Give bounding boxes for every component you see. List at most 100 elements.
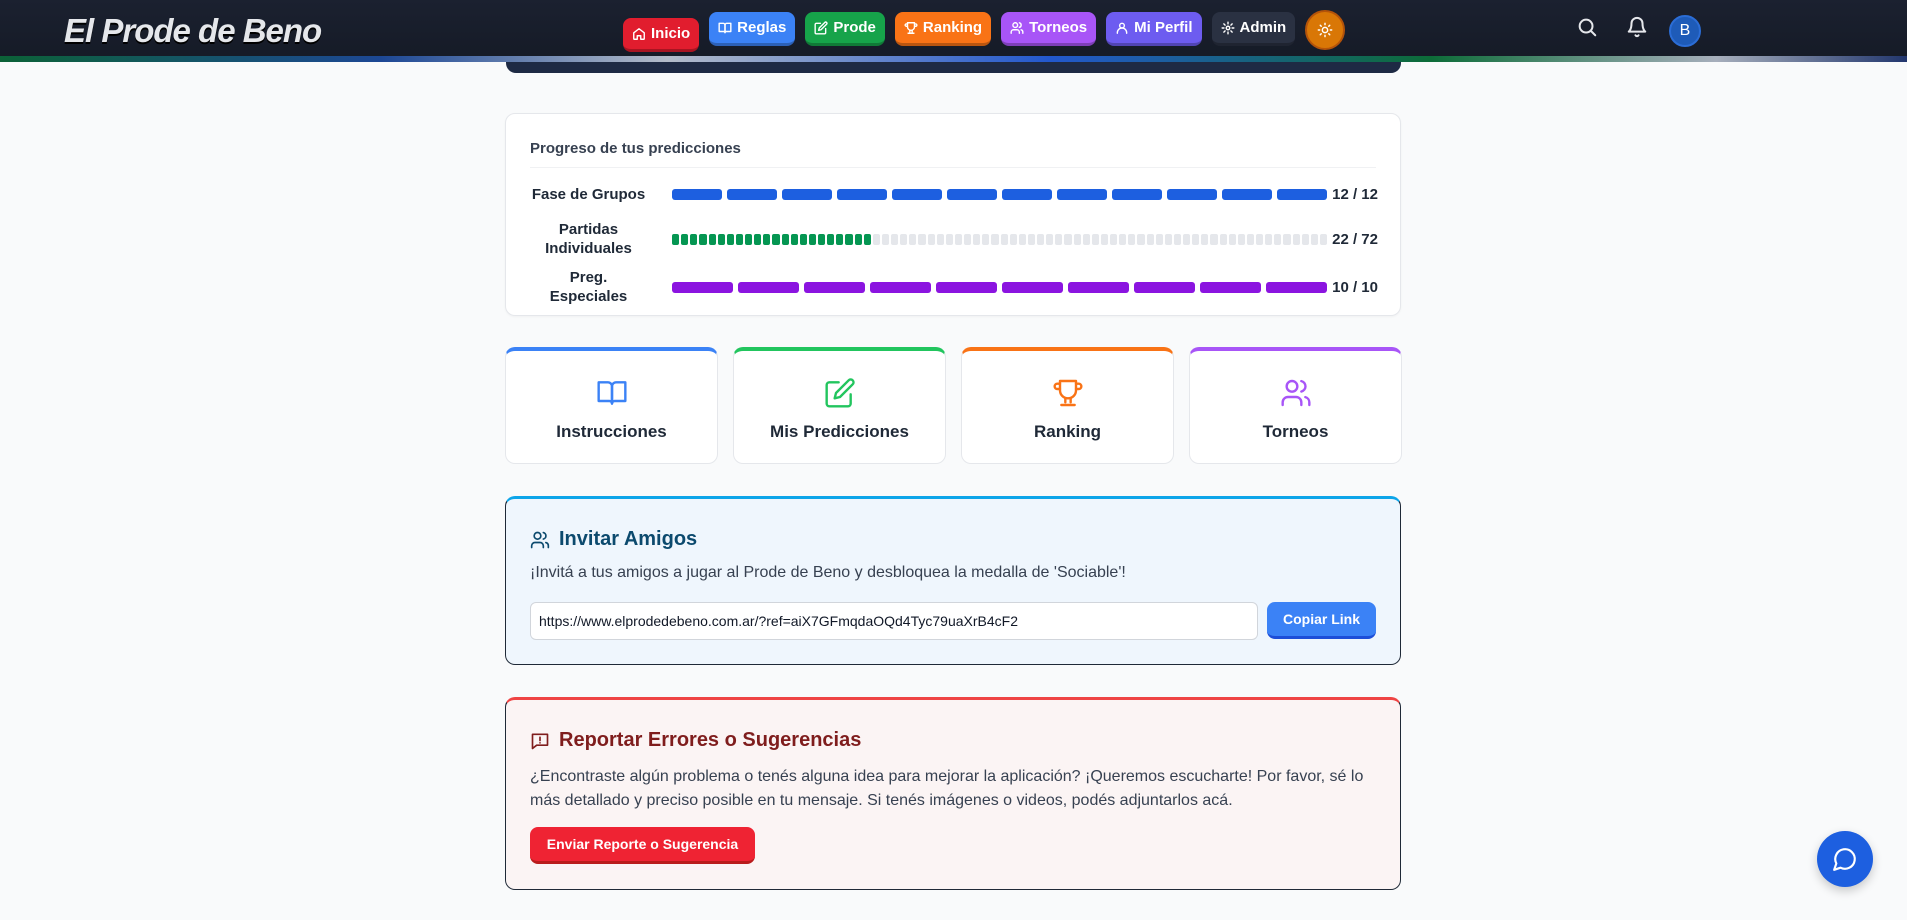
progress-segment bbox=[1002, 281, 1063, 293]
progress-segment bbox=[1237, 233, 1245, 245]
nav-perfil-button[interactable]: Mi Perfil bbox=[1106, 12, 1202, 46]
search-icon[interactable] bbox=[1576, 16, 1598, 38]
progress-segment bbox=[1319, 233, 1327, 245]
progress-segment bbox=[872, 233, 880, 245]
progress-segment bbox=[808, 233, 816, 245]
progress-segment bbox=[1228, 233, 1236, 245]
progress-segment bbox=[690, 233, 698, 245]
progress-title: Progreso de tus predicciones bbox=[530, 140, 741, 157]
progress-row-label: Partidas Individuales bbox=[545, 221, 632, 257]
progress-segment bbox=[900, 233, 908, 245]
progress-segment bbox=[738, 281, 799, 293]
gear-icon bbox=[1220, 20, 1235, 35]
quicklink-label: Instrucciones bbox=[556, 422, 667, 441]
quicklink-ranking[interactable]: Ranking bbox=[961, 347, 1174, 464]
progress-segment bbox=[1274, 233, 1282, 245]
nav-inicio-label: Inicio bbox=[651, 25, 691, 42]
home-icon bbox=[633, 27, 645, 40]
nav-ranking-button[interactable]: Ranking bbox=[894, 12, 992, 46]
progress-segment bbox=[936, 281, 997, 293]
progress-segment bbox=[1119, 233, 1127, 245]
nav-torneos-label: Torneos bbox=[1029, 19, 1088, 36]
user-icon bbox=[1116, 22, 1128, 34]
progress-segment bbox=[1192, 233, 1200, 245]
progress-segment bbox=[964, 233, 972, 245]
theme-toggle-button[interactable] bbox=[1305, 10, 1346, 50]
nav-reglas-button[interactable]: Reglas bbox=[709, 12, 796, 46]
progress-segment bbox=[717, 233, 725, 245]
progress-segment bbox=[745, 233, 753, 245]
nav-prode-button[interactable]: Prode bbox=[805, 12, 885, 46]
progress-segment bbox=[1183, 233, 1191, 245]
progress-segment bbox=[909, 233, 917, 245]
progress-row-count: 12 / 12 bbox=[1332, 186, 1378, 203]
progress-segment bbox=[1246, 233, 1254, 245]
progress-segment bbox=[754, 233, 762, 245]
progress-segment bbox=[672, 189, 722, 200]
progress-segment bbox=[973, 233, 981, 245]
edit-icon bbox=[814, 20, 828, 35]
progress-segment bbox=[1222, 189, 1272, 200]
progress-segment bbox=[863, 233, 871, 245]
progress-segment bbox=[708, 233, 716, 245]
progress-segment bbox=[1002, 189, 1052, 200]
progress-segment bbox=[1068, 281, 1129, 293]
progress-segment bbox=[1073, 233, 1081, 245]
chat-button[interactable] bbox=[1817, 831, 1873, 887]
progress-segment bbox=[1057, 189, 1107, 200]
nav-inicio-button[interactable]: Inicio bbox=[623, 18, 700, 52]
progress-segment bbox=[927, 233, 935, 245]
progress-segment bbox=[699, 233, 707, 245]
progress-segment bbox=[1037, 233, 1045, 245]
trophy-icon bbox=[1053, 379, 1082, 407]
progress-segment bbox=[1100, 233, 1108, 245]
bell-icon[interactable] bbox=[1626, 16, 1648, 38]
edit-icon bbox=[824, 378, 855, 408]
progress-segment bbox=[799, 233, 807, 245]
send-report-button[interactable]: Enviar Reporte o Sugerencia bbox=[530, 827, 755, 864]
progress-segment bbox=[681, 233, 689, 245]
nav-torneos-button[interactable]: Torneos bbox=[1001, 12, 1097, 46]
quicklink-instrucciones[interactable]: Instrucciones bbox=[505, 347, 718, 464]
progress-segment bbox=[881, 233, 889, 245]
app-logo[interactable]: El Prode de Beno bbox=[64, 12, 322, 50]
progress-segment bbox=[1210, 233, 1218, 245]
progress-segment bbox=[1046, 233, 1054, 245]
progress-segment bbox=[1155, 233, 1163, 245]
nav-perfil-label: Mi Perfil bbox=[1134, 19, 1193, 36]
quicklink-torneos[interactable]: Torneos bbox=[1189, 347, 1402, 464]
progress-segment bbox=[1292, 233, 1300, 245]
progress-segment bbox=[818, 233, 826, 245]
progress-segment bbox=[1134, 281, 1195, 293]
progress-row-label: Preg. Especiales bbox=[549, 269, 628, 305]
nav-ranking-label: Ranking bbox=[922, 19, 983, 36]
progress-segment bbox=[1164, 233, 1172, 245]
progress-segment bbox=[837, 189, 887, 200]
progress-segment bbox=[947, 189, 997, 200]
progress-row-partidas: Partidas Individuales 22 / 72 bbox=[530, 220, 1378, 258]
nav-admin-button[interactable]: Admin bbox=[1211, 12, 1296, 46]
invite-link-input[interactable] bbox=[530, 602, 1258, 640]
progress-segment bbox=[781, 233, 789, 245]
progress-segment bbox=[870, 281, 931, 293]
progress-segment bbox=[772, 233, 780, 245]
quicklink-label: Ranking bbox=[1033, 422, 1102, 441]
progress-segment bbox=[782, 189, 832, 200]
progress-segment bbox=[1018, 233, 1026, 245]
progress-row-grupos: Fase de Grupos 12 / 12 bbox=[530, 185, 1378, 204]
progress-segment bbox=[672, 233, 680, 245]
book-icon bbox=[718, 22, 732, 33]
copy-link-button[interactable]: Copiar Link bbox=[1267, 602, 1376, 639]
progress-segment bbox=[1082, 233, 1090, 245]
progress-segment bbox=[1277, 189, 1327, 200]
progress-segment bbox=[1173, 233, 1181, 245]
progress-segment bbox=[854, 233, 862, 245]
quicklink-mis-predicciones[interactable]: Mis Predicciones bbox=[733, 347, 946, 464]
progress-segment bbox=[991, 233, 999, 245]
progress-row-especiales: Preg. Especiales 10 / 10 bbox=[530, 268, 1378, 306]
progress-segment bbox=[1091, 233, 1099, 245]
user-avatar[interactable]: B bbox=[1669, 15, 1701, 47]
progress-segment bbox=[1000, 233, 1008, 245]
progress-divider bbox=[530, 167, 1376, 168]
progress-segment bbox=[1146, 233, 1154, 245]
